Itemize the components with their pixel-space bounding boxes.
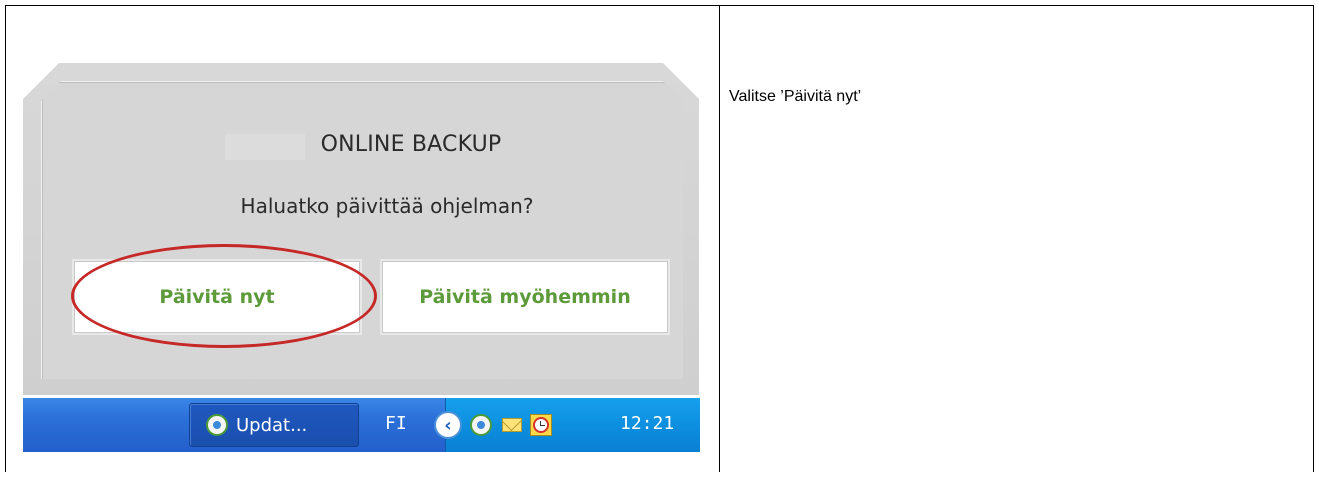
dialog-panel: ONLINE BACKUP Haluatko päivittää ohjelma… — [41, 81, 683, 379]
tray-backup-icon[interactable] — [470, 414, 492, 436]
update-later-button[interactable]: Päivitä myöhemmin — [382, 261, 668, 333]
language-indicator[interactable]: FI — [385, 413, 407, 434]
embedded-screenshot: ONLINE BACKUP Haluatko päivittää ohjelma… — [19, 61, 707, 471]
dialog-question: Haluatko päivittää ohjelman? — [240, 194, 534, 218]
taskbar-task-label: Updat... — [236, 414, 308, 436]
chevron-left-icon[interactable]: ‹ — [434, 411, 462, 439]
update-dialog: ONLINE BACKUP Haluatko päivittää ohjelma… — [23, 63, 699, 395]
system-tray: ‹ 12:21 — [434, 398, 700, 452]
backup-app-icon — [206, 414, 228, 436]
instruction-text: Valitse ’Päivitä nyt’ — [729, 88, 862, 105]
dialog-title: ONLINE BACKUP — [320, 132, 502, 157]
screenshot-cell: ONLINE BACKUP Haluatko päivittää ohjelma… — [5, 5, 720, 472]
windows-taskbar: Updat... FI ‹ 12:21 — [23, 398, 700, 452]
taskbar-task-button[interactable]: Updat... — [189, 403, 359, 447]
update-now-button[interactable]: Päivitä nyt — [74, 261, 360, 333]
clock-icon[interactable] — [530, 414, 552, 436]
document-table: ONLINE BACKUP Haluatko päivittää ohjelma… — [5, 5, 1314, 472]
instruction-cell: Valitse ’Päivitä nyt’ — [719, 5, 1314, 472]
tray-clock[interactable]: 12:21 — [620, 413, 674, 434]
backup-app-icon — [470, 414, 492, 436]
mail-icon[interactable] — [502, 418, 522, 432]
